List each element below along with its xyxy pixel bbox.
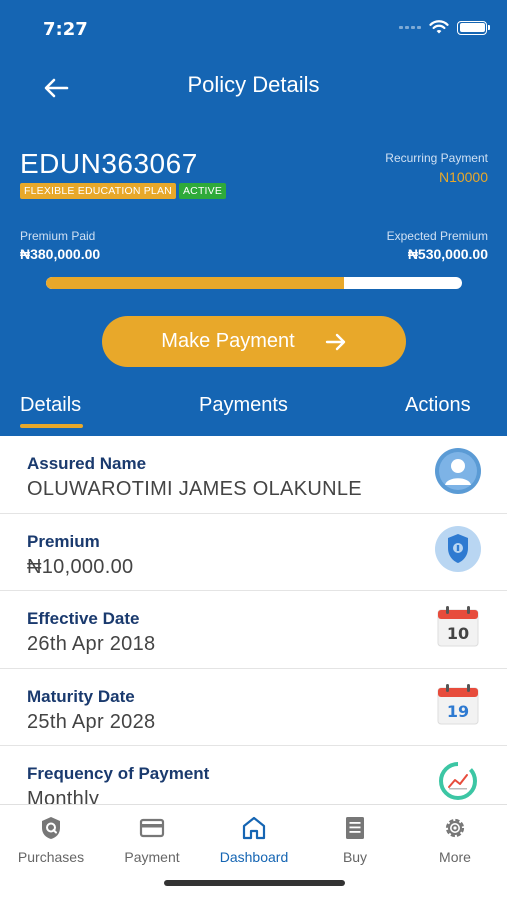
recurring-payment-value: N10000 [438, 169, 488, 185]
tabbar-purchases-label: Purchases [17, 849, 85, 865]
calendar-icon: 10 [437, 606, 479, 647]
tabbar-payment-label: Payment [124, 849, 180, 865]
list-item-maturity-date: Maturity Date 25th Apr 2028 19 [0, 669, 507, 746]
premium-label: Premium [27, 531, 100, 551]
policy-number: EDUN363067 [20, 148, 198, 179]
recurring-payment-label: Recurring Payment [385, 151, 488, 165]
home-indicator [164, 880, 345, 886]
receipt-icon [346, 817, 364, 839]
home-icon [242, 816, 266, 840]
premium-progress-fill [46, 277, 345, 289]
effective-date-value: 26th Apr 2018 [27, 633, 156, 655]
status-badge: ACTIVE [178, 183, 227, 199]
battery-icon [457, 20, 490, 35]
list-item-effective-date: Effective Date 26th Apr 2018 10 [0, 591, 507, 669]
details-list[interactable]: Assured Name OLUWAROTIMI JAMES OLAKUNLE … [0, 436, 507, 804]
make-payment-label: Make Payment [161, 330, 295, 352]
user-avatar-icon [435, 448, 481, 494]
arrow-right-icon [325, 333, 345, 350]
shield-icon [42, 817, 60, 839]
premium-paid: Premium Paid ₦380,000.00 [20, 229, 100, 262]
tabbar-more-label: More [439, 849, 471, 865]
expected-premium-value: ₦530,000.00 [407, 246, 488, 262]
plan-badge: FLEXIBLE EDUCATION PLAN [20, 183, 176, 199]
frequency-value: Monthly [27, 788, 100, 804]
effective-date-label: Effective Date [27, 609, 140, 628]
tab-actions[interactable]: Actions [405, 394, 471, 417]
cycle-chart-icon [439, 762, 477, 800]
status-time: 7:27 [43, 19, 88, 40]
active-tab-indicator [20, 424, 83, 428]
premium-value: ₦10,000.00 [27, 555, 134, 578]
svg-text:10: 10 [447, 624, 469, 643]
tabbar-purchases[interactable]: Purchases [1, 815, 101, 865]
policy-badges: FLEXIBLE EDUCATION PLAN ACTIVE [20, 183, 227, 199]
tabbar-dashboard-label: Dashboard [219, 849, 289, 865]
tabbar-buy-label: Buy [342, 849, 368, 865]
tabbar-buy[interactable]: Buy [305, 815, 405, 865]
tabbar-dashboard[interactable]: Dashboard [204, 815, 304, 865]
premium-progress-bar [46, 277, 462, 289]
card-icon [139, 818, 165, 838]
shield-coin-icon [435, 525, 481, 572]
tabbar-payment[interactable]: Payment [102, 815, 202, 865]
tabbar-more[interactable]: More [405, 815, 505, 865]
expected-premium: Expected Premium ₦530,000.00 [387, 229, 488, 262]
assured-name-value: OLUWAROTIMI JAMES OLAKUNLE [27, 478, 362, 500]
premium-paid-value: ₦380,000.00 [20, 246, 101, 262]
assured-name-label: Assured Name [27, 454, 147, 473]
wifi-icon [429, 20, 449, 34]
svg-text:19: 19 [447, 702, 469, 721]
premium-paid-label: Premium Paid [20, 229, 96, 243]
page-title: Policy Details [187, 72, 320, 97]
signal-icon [399, 26, 421, 29]
list-item-premium: Premium ₦10,000.00 [0, 514, 507, 591]
recurring-payment: Recurring Payment N10000 [385, 151, 488, 185]
policy-tabs: Details Payments Actions [0, 390, 507, 436]
gear-icon [445, 818, 465, 838]
make-payment-button[interactable]: Make Payment [102, 316, 406, 367]
list-item-frequency: Frequency of Payment Monthly [0, 746, 507, 804]
status-icons [399, 20, 490, 35]
frequency-label: Frequency of Payment [27, 764, 210, 783]
maturity-date-value: 25th Apr 2028 [27, 710, 156, 733]
tab-details[interactable]: Details [20, 394, 81, 417]
tab-payments[interactable]: Payments [199, 394, 288, 417]
maturity-date-label: Maturity Date [27, 686, 135, 706]
calendar-icon: 19 [437, 683, 479, 724]
header-panel: 7:27 Policy Details EDUN363067 FLEXIBLE … [0, 0, 507, 436]
expected-premium-label: Expected Premium [386, 229, 488, 243]
list-item-assured-name: Assured Name OLUWAROTIMI JAMES OLAKUNLE [0, 436, 507, 514]
